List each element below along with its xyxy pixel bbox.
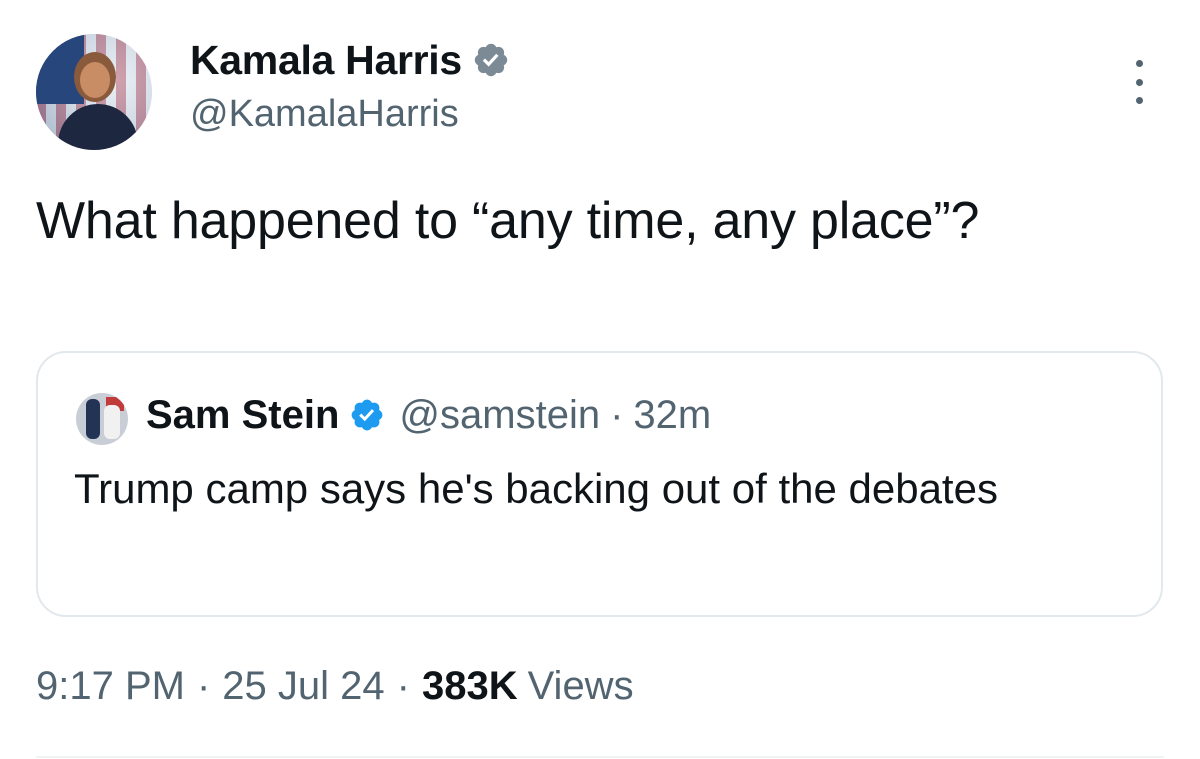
quoted-tweet-text: Trump camp says he's backing out of the … bbox=[74, 465, 998, 512]
quoted-verified-badge-icon bbox=[352, 399, 383, 431]
views-count: 383K bbox=[421, 664, 518, 708]
meta-separator-2: · bbox=[396, 664, 410, 708]
author-display-name[interactable]: Kamala Harris bbox=[190, 37, 462, 84]
tweet-date[interactable]: 25 Jul 24 bbox=[222, 664, 384, 709]
tweet-meta: 9:17 PM · 25 Jul 24 · 383K Views bbox=[36, 664, 634, 709]
author-avatar[interactable] bbox=[36, 34, 152, 150]
tweet-time[interactable]: 9:17 PM bbox=[36, 664, 185, 709]
quoted-author-display-name[interactable]: Sam Stein bbox=[146, 393, 339, 438]
tweet-text: What happened to “any time, any place”? bbox=[36, 192, 980, 250]
meta-separator: · bbox=[196, 664, 211, 708]
author-name-row: Kamala Harris bbox=[190, 34, 510, 86]
quoted-tweet-header: Sam Stein @samstein · 32m bbox=[146, 387, 711, 443]
more-options-icon[interactable] bbox=[1126, 60, 1152, 104]
quoted-author-handle[interactable]: @samstein bbox=[399, 393, 600, 438]
tweet[interactable]: Kamala Harris @KamalaHarris What happene… bbox=[0, 0, 1200, 759]
quoted-separator: · bbox=[610, 392, 624, 437]
views-label: Views bbox=[527, 664, 634, 708]
author-handle[interactable]: @KamalaHarris bbox=[190, 93, 459, 136]
quoted-author-avatar[interactable] bbox=[76, 393, 128, 445]
quoted-tweet[interactable]: Sam Stein @samstein · 32m Trump camp say… bbox=[36, 351, 1163, 617]
divider bbox=[36, 756, 1164, 758]
quoted-timestamp[interactable]: 32m bbox=[633, 393, 711, 438]
verified-badge-icon[interactable] bbox=[472, 41, 510, 79]
